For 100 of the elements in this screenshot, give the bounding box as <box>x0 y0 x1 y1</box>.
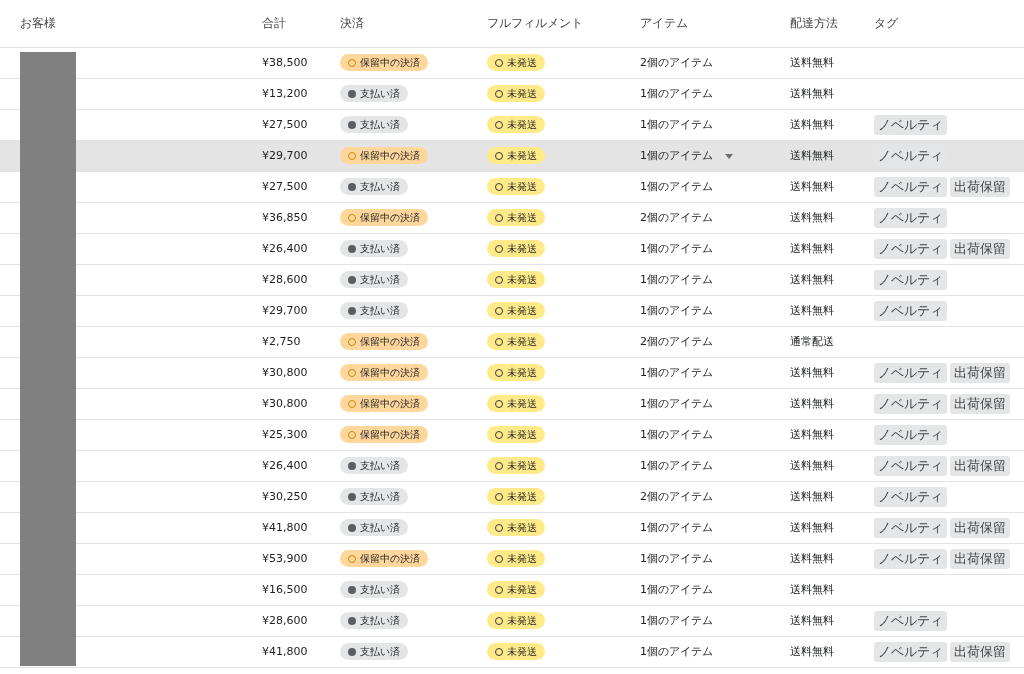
fulfillment-status-badge: 未発送 <box>487 302 545 319</box>
tag-chip: ノベルティ <box>874 518 947 538</box>
fulfillment-status-badge: 未発送 <box>487 85 545 102</box>
tag-chip: 出荷保留 <box>950 456 1010 476</box>
tag-chip: 出荷保留 <box>950 642 1010 662</box>
item-count: 2個のアイテム <box>640 333 713 350</box>
tag-chip: ノベルティ <box>874 115 947 135</box>
tag-chip: 出荷保留 <box>950 518 1010 538</box>
fulfillment-status-badge: 未発送 <box>487 364 545 381</box>
item-count: 1個のアイテム <box>640 457 713 474</box>
item-count: 1個のアイテム <box>640 302 713 319</box>
payment-status-badge: 支払い済 <box>340 581 408 598</box>
fulfillment-status-badge: 未発送 <box>487 612 545 629</box>
payment-status-badge: 支払い済 <box>340 643 408 660</box>
delivery-method: 送料無料 <box>790 303 834 317</box>
item-count: 1個のアイテム <box>640 581 713 598</box>
payment-status-badge: 支払い済 <box>340 302 408 319</box>
item-count: 1個のアイテム <box>640 643 713 660</box>
column-header: 配達方法 <box>790 16 838 31</box>
payment-status-badge: 支払い済 <box>340 612 408 629</box>
tag-chip: ノベルティ <box>874 270 947 290</box>
total-amount: ¥30,800 <box>262 396 308 410</box>
fulfillment-status-badge: 未発送 <box>487 178 545 195</box>
tag-chip: ノベルティ <box>874 363 947 383</box>
tag-chip: 出荷保留 <box>950 394 1010 414</box>
total-amount: ¥26,400 <box>262 241 308 255</box>
fulfillment-status-badge: 未発送 <box>487 426 545 443</box>
item-count: 2個のアイテム <box>640 488 713 505</box>
tag-chip: 出荷保留 <box>950 363 1010 383</box>
tag-chip: 出荷保留 <box>950 239 1010 259</box>
item-count: 1個のアイテム <box>640 519 713 536</box>
payment-status-badge: 支払い済 <box>340 178 408 195</box>
tag-chip: ノベルティ <box>874 177 947 197</box>
delivery-method: 送料無料 <box>790 241 834 255</box>
total-amount: ¥29,700 <box>262 303 308 317</box>
item-count: 1個のアイテム <box>640 147 713 164</box>
fulfillment-status-badge: 未発送 <box>487 643 545 660</box>
total-amount: ¥28,600 <box>262 613 308 627</box>
column-header: タグ <box>874 16 898 31</box>
payment-status-badge: 支払い済 <box>340 116 408 133</box>
payment-status-badge: 支払い済 <box>340 519 408 536</box>
fulfillment-status-badge: 未発送 <box>487 488 545 505</box>
total-amount: ¥27,500 <box>262 117 308 131</box>
item-count: 1個のアイテム <box>640 271 713 288</box>
delivery-method: 送料無料 <box>790 644 834 658</box>
payment-status-badge: 支払い済 <box>340 457 408 474</box>
order-row[interactable]: ¥29,700 保留中の決済 未発送 1個のアイテム 送料無料 ノベルティ <box>0 141 1024 172</box>
total-amount: ¥36,850 <box>262 210 308 224</box>
delivery-method: 送料無料 <box>790 458 834 472</box>
fulfillment-status-badge: 未発送 <box>487 550 545 567</box>
delivery-method: 送料無料 <box>790 365 834 379</box>
payment-status-badge: 保留中の決済 <box>340 209 428 226</box>
fulfillment-status-badge: 未発送 <box>487 271 545 288</box>
total-amount: ¥26,400 <box>262 458 308 472</box>
payment-status-badge: 保留中の決済 <box>340 550 428 567</box>
total-amount: ¥16,500 <box>262 582 308 596</box>
total-amount: ¥2,750 <box>262 334 301 348</box>
fulfillment-status-badge: 未発送 <box>487 395 545 412</box>
item-count: 1個のアイテム <box>640 612 713 629</box>
tag-chip: ノベルティ <box>874 611 947 631</box>
delivery-method: 送料無料 <box>790 551 834 565</box>
fulfillment-status-badge: 未発送 <box>487 147 545 164</box>
tag-chip: ノベルティ <box>874 642 947 662</box>
total-amount: ¥30,800 <box>262 365 308 379</box>
delivery-method: 送料無料 <box>790 582 834 596</box>
payment-status-badge: 保留中の決済 <box>340 147 428 164</box>
total-amount: ¥29,700 <box>262 148 308 162</box>
payment-status-badge: 保留中の決済 <box>340 333 428 350</box>
tag-chip: ノベルティ <box>874 487 947 507</box>
column-header: 合計 <box>262 16 286 31</box>
delivery-method: 送料無料 <box>790 179 834 193</box>
delivery-method: 送料無料 <box>790 86 834 100</box>
total-amount: ¥25,300 <box>262 427 308 441</box>
item-count: 1個のアイテム <box>640 116 713 133</box>
delivery-method: 送料無料 <box>790 55 834 69</box>
item-count: 1個のアイテム <box>640 550 713 567</box>
tag-chip: ノベルティ <box>874 549 947 569</box>
item-count: 1個のアイテム <box>640 364 713 381</box>
item-count: 1個のアイテム <box>640 395 713 412</box>
payment-status-badge: 支払い済 <box>340 488 408 505</box>
total-amount: ¥41,800 <box>262 644 308 658</box>
item-count: 1個のアイテム <box>640 240 713 257</box>
delivery-method: 送料無料 <box>790 148 834 162</box>
caret-icon[interactable] <box>725 153 733 159</box>
tag-chip: ノベルティ <box>874 456 947 476</box>
column-header: お客様 <box>20 16 56 31</box>
delivery-method: 送料無料 <box>790 272 834 286</box>
fulfillment-status-badge: 未発送 <box>487 333 545 350</box>
tag-chip: 出荷保留 <box>950 177 1010 197</box>
total-amount: ¥53,900 <box>262 551 308 565</box>
fulfillment-status-badge: 未発送 <box>487 116 545 133</box>
fulfillment-status-badge: 未発送 <box>487 54 545 71</box>
payment-status-badge: 保留中の決済 <box>340 395 428 412</box>
column-header: 決済 <box>340 16 364 31</box>
delivery-method: 送料無料 <box>790 427 834 441</box>
payment-status-badge: 保留中の決済 <box>340 54 428 71</box>
tag-chip: ノベルティ <box>874 425 947 445</box>
item-count: 1個のアイテム <box>640 426 713 443</box>
delivery-method: 送料無料 <box>790 489 834 503</box>
tag-chip: 出荷保留 <box>950 549 1010 569</box>
